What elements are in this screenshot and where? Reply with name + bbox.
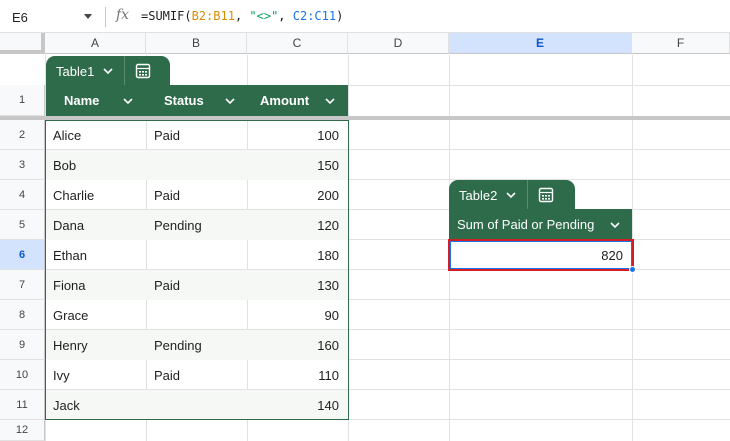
table-cell-amount[interactable]: 130 [247, 270, 339, 300]
cell-reference: E6 [12, 9, 28, 25]
name-box[interactable]: E6 [0, 4, 100, 30]
formula-suffix: ) [336, 9, 344, 23]
table2-tab[interactable]: Table2 [449, 180, 575, 210]
chevron-down-icon[interactable] [122, 95, 134, 107]
row-header-2[interactable]: 2 [0, 120, 45, 150]
table2-header-label: Sum of Paid or Pending [457, 217, 595, 232]
row-header-12[interactable]: 12 [0, 420, 45, 441]
table-cell-name[interactable]: Grace [53, 300, 88, 330]
calculator-icon[interactable] [528, 180, 564, 210]
table-cell-status[interactable]: Pending [154, 210, 202, 240]
header-label: Amount [260, 93, 310, 108]
formula-range-status: B2:B11 [191, 9, 235, 23]
table1-header-row: Name Status Amount [46, 85, 348, 116]
formula-prefix: =SUMIF( [141, 9, 192, 23]
table-cell-amount[interactable]: 110 [247, 360, 339, 390]
chevron-down-icon[interactable] [224, 95, 236, 107]
table-cell-status[interactable]: Paid [154, 180, 180, 210]
row-header-11[interactable]: 11 [0, 390, 45, 420]
formula-input[interactable]: =SUMIF(B2:B11, "<>", C2:C11) [141, 9, 343, 23]
row-header-8[interactable]: 8 [0, 300, 45, 330]
table-cell-name[interactable]: Ivy [53, 360, 70, 390]
row-header-4[interactable]: 4 [0, 180, 45, 210]
chevron-down-icon[interactable] [84, 14, 92, 19]
fill-handle[interactable] [629, 266, 636, 273]
header-label: Name [64, 93, 100, 108]
table2-header[interactable]: Sum of Paid or Pending [449, 209, 632, 240]
chevron-down-icon[interactable] [102, 65, 114, 77]
table-cell-name[interactable]: Jack [53, 390, 80, 420]
table-cell-amount[interactable]: 140 [247, 390, 339, 420]
formula-bar: E6 fx =SUMIF(B2:B11, "<>", C2:C11) [0, 0, 730, 33]
chevron-down-icon[interactable] [505, 189, 517, 201]
table1-name: Table1 [56, 63, 95, 79]
table-cell-name[interactable]: Alice [53, 120, 81, 150]
column-header-e[interactable]: E [449, 33, 632, 54]
table1-tab[interactable]: Table1 [46, 56, 170, 86]
table-cell-amount[interactable]: 160 [247, 330, 339, 360]
table-cell-status[interactable]: Pending [154, 330, 202, 360]
table-cell-name[interactable]: Ethan [53, 240, 87, 270]
row-header-5[interactable]: 5 [0, 210, 45, 240]
table-cell-status[interactable]: Paid [154, 120, 180, 150]
formula-criterion: "<>" [249, 9, 279, 23]
row-header-7[interactable]: 7 [0, 270, 45, 300]
table-cell-amount[interactable]: 180 [247, 240, 339, 270]
chevron-down-icon[interactable] [324, 95, 336, 107]
column-header-c[interactable]: C [247, 33, 348, 54]
row-header-6[interactable]: 6 [0, 240, 45, 270]
column-header-d[interactable]: D [348, 33, 449, 54]
calculator-icon[interactable] [125, 56, 161, 86]
table-cell-status[interactable]: Paid [154, 360, 180, 390]
chevron-down-icon[interactable] [609, 219, 621, 231]
table-cell-name[interactable]: Bob [53, 150, 76, 180]
table-cell-name[interactable]: Fiona [53, 270, 86, 300]
table-cell-amount[interactable]: 150 [247, 150, 339, 180]
column-header-a[interactable]: A [45, 33, 146, 54]
table-cell-amount[interactable]: 200 [247, 180, 339, 210]
row-header-3[interactable]: 3 [0, 150, 45, 180]
row-header-1[interactable]: 1 [0, 85, 45, 116]
table-cell-amount[interactable]: 90 [247, 300, 339, 330]
table-cell-name[interactable]: Dana [53, 210, 84, 240]
row-header-9[interactable]: 9 [0, 330, 45, 360]
formula-bar-divider [105, 7, 106, 27]
formula-separator: , [234, 9, 250, 23]
table-cell-amount[interactable]: 120 [247, 210, 339, 240]
header-label: Status [164, 93, 204, 108]
table1-header-status[interactable]: Status [147, 85, 247, 116]
table-cell-name[interactable]: Charlie [53, 180, 94, 210]
table-cell-amount[interactable]: 100 [247, 120, 339, 150]
select-all-corner[interactable] [0, 33, 45, 54]
table1-header-amount[interactable]: Amount [248, 85, 348, 116]
column-header-f[interactable]: F [632, 33, 730, 54]
row-header-10[interactable]: 10 [0, 360, 45, 390]
table2-name: Table2 [459, 187, 498, 203]
formula-range-amount: C2:C11 [292, 9, 337, 23]
table-cell-status[interactable]: Paid [154, 270, 180, 300]
formula-separator: , [278, 9, 293, 23]
column-header-b[interactable]: B [146, 33, 247, 54]
table1-header-name[interactable]: Name [46, 85, 146, 116]
highlight-box [448, 239, 634, 271]
table-cell-name[interactable]: Henry [53, 330, 88, 360]
fx-icon: fx [116, 7, 130, 23]
